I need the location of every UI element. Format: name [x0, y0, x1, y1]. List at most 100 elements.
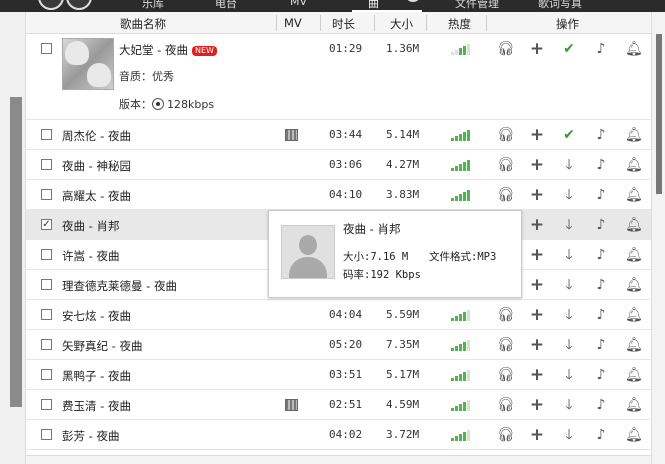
music-note-icon[interactable]: ♪ [593, 157, 609, 173]
song-title[interactable]: 费玉清 - 夜曲 [62, 398, 131, 414]
song-title[interactable]: 夜曲 - 神秘园 [62, 158, 131, 174]
header-duration[interactable]: 时长 [332, 16, 355, 32]
bell-icon[interactable]: 🔔︎ [625, 397, 643, 413]
download-arrow-icon[interactable]: 🡓 [561, 307, 577, 323]
downloaded-check-icon[interactable]: ✔ [561, 127, 577, 143]
right-scrollbar-track[interactable] [651, 12, 665, 464]
nav-file-manager[interactable]: 文件管理 [455, 0, 499, 11]
plus-icon[interactable]: + [529, 217, 545, 234]
download-arrow-icon[interactable]: 🡓 [561, 157, 577, 173]
download-arrow-icon[interactable]: 🡓 [561, 217, 577, 233]
download-arrow-icon[interactable]: 🡓 [561, 247, 577, 263]
version-radio[interactable] [152, 98, 164, 110]
song-title[interactable]: 许嵩 - 夜曲 [62, 248, 119, 264]
row-checkbox[interactable]: ✓ [41, 219, 52, 230]
row-checkbox[interactable] [41, 339, 52, 350]
headphones-icon[interactable]: 🎧︎ [497, 367, 515, 383]
headphones-icon[interactable]: 🎧︎ [497, 127, 515, 143]
plus-icon[interactable]: + [529, 277, 545, 294]
music-note-icon[interactable]: ♪ [593, 277, 609, 293]
headphones-icon[interactable]: 🎧︎ [497, 157, 515, 173]
download-arrow-icon[interactable]: 🡓 [561, 427, 577, 443]
plus-icon[interactable]: + [529, 397, 545, 414]
bell-icon[interactable]: 🔔︎ [625, 367, 643, 383]
music-note-icon[interactable]: ♪ [593, 337, 609, 353]
song-row-expanded[interactable]: 大妃堂 - 夜曲 NEW 音质：优秀 版本： 128kbps 01:29 1.36M… [26, 34, 651, 120]
music-note-icon[interactable]: ♪ [593, 41, 609, 57]
song-title[interactable]: 夜曲 - 肖邦 [62, 218, 119, 234]
song-title[interactable]: 矢野真纪 - 夜曲 [62, 338, 142, 354]
song-title[interactable]: 安七炫 - 夜曲 [62, 308, 131, 324]
refresh-icon[interactable] [66, 0, 92, 10]
nav-radio[interactable]: 电台 [215, 0, 237, 11]
right-scrollbar-thumb[interactable] [656, 34, 662, 194]
song-row[interactable]: 高耀太 - 夜曲 04:10 3.83M 🎧︎ + 🡓 ♪ 🔔︎ [26, 180, 651, 210]
song-row[interactable]: 安七炫 - 夜曲 04:04 5.59M 🎧︎ + 🡓 ♪ 🔔︎ [26, 300, 651, 330]
song-row[interactable]: 黑鸭子 - 夜曲 03:51 5.17M 🎧︎ + 🡓 ♪ 🔔︎ [26, 360, 651, 390]
plus-icon[interactable]: + [529, 127, 545, 144]
song-title[interactable]: 周杰伦 - 夜曲 [62, 128, 131, 144]
mv-icon[interactable] [285, 129, 298, 141]
bell-icon[interactable]: 🔔︎ [625, 247, 643, 263]
headphones-icon[interactable]: 🎧︎ [497, 397, 515, 413]
row-checkbox[interactable] [41, 399, 52, 410]
bell-icon[interactable]: 🔔︎ [625, 41, 643, 57]
headphones-icon[interactable]: 🎧︎ [497, 41, 515, 57]
row-checkbox[interactable] [41, 43, 52, 54]
music-note-icon[interactable]: ♪ [593, 307, 609, 323]
music-note-icon[interactable]: ♪ [593, 127, 609, 143]
song-title[interactable]: 大妃堂 - 夜曲 [119, 43, 188, 57]
download-arrow-icon[interactable]: 🡓 [561, 187, 577, 203]
nav-lyrics[interactable]: 歌词写真 [538, 0, 582, 11]
music-note-icon[interactable]: ♪ [593, 397, 609, 413]
bell-icon[interactable]: 🔔︎ [625, 427, 643, 443]
row-checkbox[interactable] [41, 279, 52, 290]
bell-icon[interactable]: 🔔︎ [625, 127, 643, 143]
row-checkbox[interactable] [41, 189, 52, 200]
bell-icon[interactable]: 🔔︎ [625, 157, 643, 173]
song-title[interactable]: 彭芳 - 夜曲 [62, 428, 119, 444]
header-heat[interactable]: 热度 [448, 16, 471, 32]
headphones-icon[interactable]: 🎧︎ [497, 337, 515, 353]
song-row[interactable]: 费玉清 - 夜曲 02:51 4.59M 🎧︎ + 🡓 ♪ 🔔︎ [26, 390, 651, 420]
headphones-icon[interactable]: 🎧︎ [497, 427, 515, 443]
download-arrow-icon[interactable]: 🡓 [561, 277, 577, 293]
row-checkbox[interactable] [41, 429, 52, 440]
row-checkbox[interactable] [41, 369, 52, 380]
bell-icon[interactable]: 🔔︎ [625, 187, 643, 203]
row-checkbox[interactable] [41, 159, 52, 170]
download-arrow-icon[interactable]: 🡓 [561, 337, 577, 353]
song-row[interactable]: 夜曲 - 神秘园 03:06 4.27M 🎧︎ + 🡓 ♪ 🔔︎ [26, 150, 651, 180]
row-checkbox[interactable] [41, 249, 52, 260]
song-row[interactable]: 周杰伦 - 夜曲 03:44 5.14M 🎧︎ + ✔ ♪ 🔔︎ [26, 120, 651, 150]
row-checkbox[interactable] [41, 129, 52, 140]
music-note-icon[interactable]: ♪ [593, 367, 609, 383]
header-size[interactable]: 大小 [390, 16, 413, 32]
mv-icon[interactable] [285, 399, 298, 411]
song-title[interactable]: 高耀太 - 夜曲 [62, 188, 131, 204]
download-arrow-icon[interactable]: 🡓 [561, 397, 577, 413]
plus-icon[interactable]: + [529, 367, 545, 384]
song-row[interactable]: 矢野真纪 - 夜曲 05:20 7.35M 🎧︎ + 🡓 ♪ 🔔︎ [26, 330, 651, 360]
download-arrow-icon[interactable]: 🡓 [561, 367, 577, 383]
nav-mv[interactable]: MV [290, 0, 307, 8]
music-note-icon[interactable]: ♪ [593, 247, 609, 263]
music-note-icon[interactable]: ♪ [593, 427, 609, 443]
music-note-icon[interactable]: ♪ [593, 217, 609, 233]
plus-icon[interactable]: + [529, 157, 545, 174]
plus-icon[interactable]: + [529, 247, 545, 264]
plus-icon[interactable]: + [529, 337, 545, 354]
bell-icon[interactable]: 🔔︎ [625, 337, 643, 353]
bell-icon[interactable]: 🔔︎ [625, 307, 643, 323]
plus-icon[interactable]: + [529, 307, 545, 324]
bell-icon[interactable]: 🔔︎ [625, 277, 643, 293]
downloaded-check-icon[interactable]: ✔ [561, 41, 577, 57]
nav-library[interactable]: 乐库 [142, 0, 164, 11]
song-row[interactable]: 彭芳 - 夜曲 04:02 3.72M 🎧︎ + 🡓 ♪ 🔔︎ [26, 420, 651, 450]
row-checkbox[interactable] [41, 309, 52, 320]
song-title[interactable]: 理查德克莱德曼 - 夜曲 [62, 278, 177, 294]
clock-icon[interactable] [405, 0, 421, 2]
back-icon[interactable] [38, 0, 64, 10]
left-scrollbar[interactable] [10, 97, 22, 407]
plus-icon[interactable]: + [529, 427, 545, 444]
